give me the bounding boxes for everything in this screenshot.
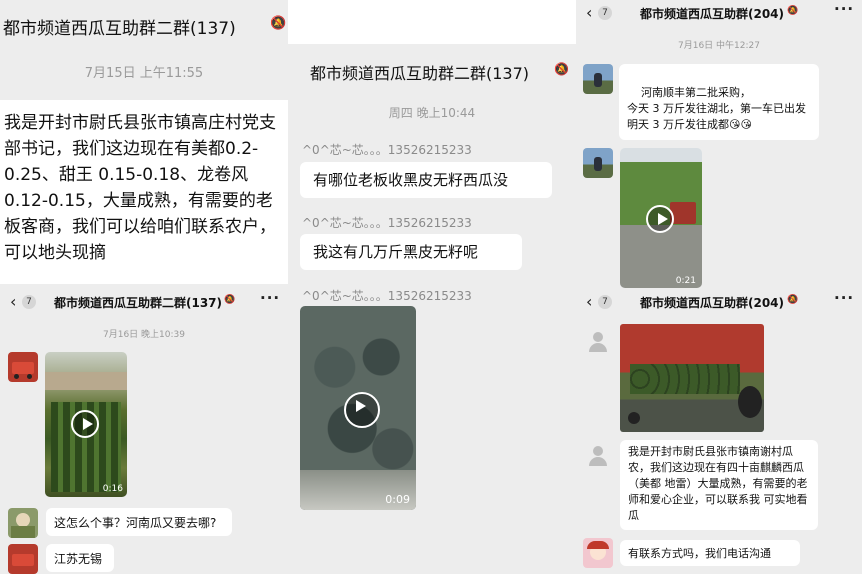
avatar[interactable] (583, 148, 613, 178)
message-text: 我这有几万斤黑皮无籽呢 (313, 243, 479, 261)
video-duration: 0:21 (675, 276, 696, 286)
message-bubble[interactable]: 有哪位老板收黑皮无籽西瓜没 (300, 162, 552, 198)
avatar[interactable] (583, 64, 613, 94)
bell-off-icon: 🔕 (224, 295, 236, 305)
bell-off-icon: 🔕 (787, 6, 799, 16)
chat-title: 都市频道西瓜互助群二群(137) (3, 19, 236, 39)
play-icon[interactable] (646, 205, 674, 233)
sender-name: ^0^芯~芯。。。13526215233 (302, 216, 472, 230)
video-duration: 0:09 (385, 493, 410, 506)
more-icon[interactable]: ··· (260, 289, 280, 307)
bell-off-icon: 🔕 (270, 16, 287, 31)
chat-title: 都市频道西瓜互助群二群(137) (54, 296, 223, 310)
chat-panel-4: ‹ 7 都市频道西瓜互助群二群(137) 🔕 ··· 7月16日 晚上10:39… (0, 284, 288, 574)
video-message[interactable]: 0:21 (620, 148, 702, 288)
message-text: 江苏无锡 (54, 552, 103, 566)
chevron-left-icon[interactable]: ‹ (586, 292, 592, 311)
message-bubble[interactable]: 我这有几万斤黑皮无籽呢 (300, 234, 522, 270)
emoji: 😘😘 (729, 118, 752, 131)
chat-title: 都市频道西瓜互助群二群(137) (310, 64, 530, 83)
message-bubble[interactable]: 我是开封市尉氏县张市镇高庄村党支部书记，我们这边现在有美都0.2-0.25、甜王… (0, 100, 288, 268)
bell-off-icon: 🔕 (554, 62, 569, 76)
play-icon[interactable] (71, 410, 99, 438)
chat-title: 都市频道西瓜互助群(204) (640, 7, 785, 21)
unread-count: 7 (22, 295, 36, 309)
video-message[interactable]: 0:16 (45, 352, 127, 497)
chevron-left-icon[interactable]: ‹ (586, 3, 592, 22)
more-icon[interactable]: ··· (834, 0, 854, 18)
message-bubble[interactable]: 这怎么个事？河南瓜又要去哪? (46, 508, 232, 536)
message-bubble[interactable]: 我是开封市尉氏县张市镇南谢村瓜农，我们这边现在有四十亩麒麟西瓜（美都 地雷）大量… (620, 440, 818, 530)
message-text: 我是开封市尉氏县张市镇南谢村瓜农，我们这边现在有四十亩麒麟西瓜（美都 地雷）大量… (628, 445, 808, 522)
play-icon[interactable] (344, 392, 380, 428)
chat-panel-3: ‹ 7 都市频道西瓜互助群(204) 🔕 ··· 7月16日 中午12:27 河… (576, 0, 862, 288)
message-bubble[interactable]: 有联系方式吗，我们电话沟通 (620, 540, 800, 566)
chat-panel-1: 都市频道西瓜互助群二群(137) 🔕 7月15日 上午11:55 我是开封市尉氏… (0, 0, 288, 268)
message-bubble[interactable]: 江苏无锡 (46, 544, 114, 572)
avatar[interactable] (8, 352, 38, 382)
chat-title: 都市频道西瓜互助群(204) (640, 296, 785, 310)
chevron-left-icon[interactable]: ‹ (10, 292, 16, 311)
message-text: 有联系方式吗，我们电话沟通 (628, 547, 771, 560)
more-icon[interactable]: ··· (834, 289, 854, 307)
chat-panel-2: 都市频道西瓜互助群二群(137) 🔕 周四 晚上10:44 ^0^芯~芯。。。1… (288, 44, 576, 574)
video-duration: 0:16 (102, 484, 123, 494)
message-text: 我是开封市尉氏县张市镇高庄村党支部书记，我们这边现在有美都0.2-0.25、甜王… (4, 113, 276, 263)
message-text: 这怎么个事？河南瓜又要去哪? (54, 516, 217, 530)
avatar[interactable] (586, 330, 610, 354)
message-text: 有哪位老板收黑皮无籽西瓜没 (313, 171, 509, 189)
unread-count: 7 (598, 295, 612, 309)
avatar[interactable] (586, 444, 610, 468)
message-bubble[interactable]: 河南顺丰第二批采购， 今天 3 万斤发往湖北，第一车已出发 明天 3 万斤发往成… (619, 64, 819, 140)
timestamp: 7月16日 晚上10:39 (103, 330, 185, 340)
message-text: 河南顺丰第二批采购， 今天 3 万斤发往湖北，第一车已出发 明天 3 万斤发往成… (627, 86, 806, 131)
bell-off-icon: 🔕 (787, 295, 799, 305)
chat-panel-5: ‹ 7 都市频道西瓜互助群(204) 🔕 ··· 我是开封市尉氏县张市镇南谢村瓜… (576, 288, 862, 574)
timestamp: 周四 晚上10:44 (388, 106, 476, 120)
sender-name: ^0^芯~芯。。。13526215233 (302, 143, 472, 157)
unread-count: 7 (598, 6, 612, 20)
avatar[interactable] (8, 544, 38, 574)
avatar[interactable] (583, 538, 613, 568)
photo-message[interactable] (620, 324, 764, 432)
timestamp: 7月15日 上午11:55 (84, 66, 204, 81)
timestamp: 7月16日 中午12:27 (678, 41, 760, 51)
video-message[interactable]: 0:09 (300, 306, 416, 510)
sender-name: ^0^芯~芯。。。13526215233 (302, 289, 472, 303)
avatar[interactable] (8, 508, 38, 538)
chat-header: 都市频道西瓜互助群二群(137) 🔕 (0, 0, 288, 50)
